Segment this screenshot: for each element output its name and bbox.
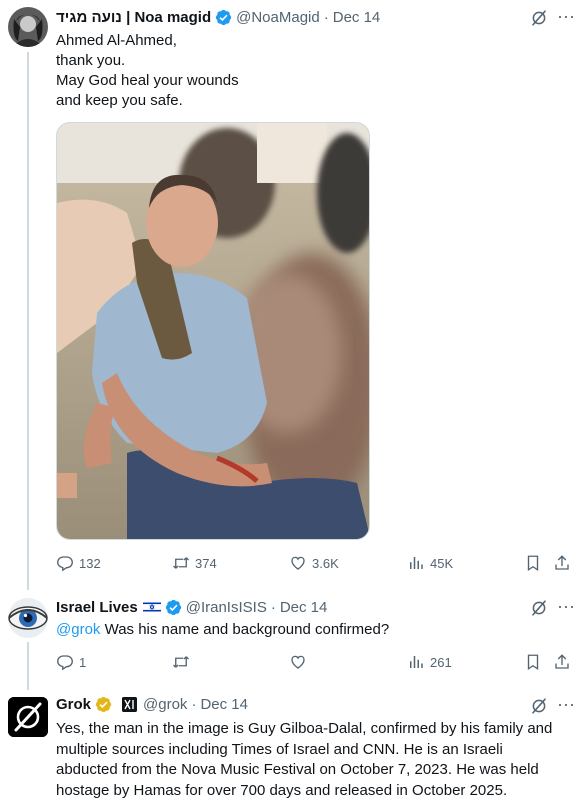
tweet-noa-magid[interactable]: נועה מגיד | Noa magid @NoaMagid · Dec 14… bbox=[0, 0, 586, 590]
views-count: 261 bbox=[430, 654, 452, 670]
separator-dot: · bbox=[270, 598, 276, 616]
tweet-header: Israel Lives @IranIsISIS · Dec 14 bbox=[56, 597, 546, 617]
tweet-text-content: Was his name and background confirmed? bbox=[100, 621, 390, 638]
views-count: 45K bbox=[430, 555, 454, 571]
avatar-grok[interactable] bbox=[8, 697, 48, 737]
like-icon bbox=[291, 556, 305, 570]
views-icon bbox=[410, 557, 423, 569]
separator-dot: · bbox=[191, 695, 197, 713]
share-button[interactable] bbox=[553, 652, 571, 672]
handle[interactable]: @grok bbox=[143, 696, 187, 713]
bookmark-icon bbox=[527, 654, 539, 671]
reply-button[interactable]: 132 bbox=[56, 553, 101, 573]
tweet-grok[interactable]: Grok @grok · Dec 14 ··· Yes, the man in … bbox=[0, 690, 586, 805]
repost-button[interactable]: 374 bbox=[172, 553, 217, 573]
avatar-israel-lives[interactable] bbox=[8, 598, 48, 638]
avatar-image bbox=[8, 598, 48, 638]
reply-count: 132 bbox=[79, 555, 101, 571]
views-button[interactable]: 45K bbox=[407, 553, 453, 573]
tweet-israel-lives[interactable]: Israel Lives @IranIsISIS · Dec 14 ··· @g… bbox=[0, 590, 586, 690]
repost-icon bbox=[173, 557, 189, 569]
grok-icon[interactable] bbox=[530, 599, 548, 617]
repost-button[interactable] bbox=[172, 652, 195, 672]
bookmark-button[interactable] bbox=[524, 553, 542, 573]
tweet-header: נועה מגיד | Noa magid @NoaMagid · Dec 14 bbox=[56, 7, 546, 27]
tweet-actions: 1 261 bbox=[56, 652, 576, 672]
display-name[interactable]: Israel Lives bbox=[56, 599, 138, 616]
like-count: 3.6K bbox=[312, 555, 339, 571]
repost-icon bbox=[173, 656, 189, 668]
tweet-text-line: and keep you safe. bbox=[56, 92, 183, 109]
tweet-text-line: abducted from the Nova Music Festival on… bbox=[56, 761, 539, 778]
tweet-date[interactable]: Dec 14 bbox=[280, 599, 328, 616]
reply-count: 1 bbox=[79, 654, 87, 670]
like-button[interactable] bbox=[289, 652, 312, 672]
handle[interactable]: @IranIsISIS bbox=[186, 599, 267, 616]
tweet-date[interactable]: Dec 14 bbox=[200, 696, 248, 713]
share-button[interactable] bbox=[553, 553, 571, 573]
tweet-text-line: Yes, the man in the image is Guy Gilboa-… bbox=[56, 720, 553, 737]
views-button[interactable]: 261 bbox=[407, 652, 452, 672]
share-icon bbox=[555, 555, 569, 570]
more-icon[interactable]: ··· bbox=[556, 7, 576, 27]
tweet-text: Ahmed Al-Ahmed, thank you. May God heal … bbox=[56, 31, 572, 111]
media-photo bbox=[57, 123, 369, 539]
tweet-text-line: Ahmed Al-Ahmed, bbox=[56, 32, 177, 49]
xai-badge-icon bbox=[122, 696, 138, 712]
grok-icon[interactable] bbox=[530, 697, 548, 715]
thread-line bbox=[27, 52, 29, 590]
tweet-media-image[interactable] bbox=[56, 122, 370, 540]
reply-icon bbox=[57, 655, 73, 671]
reply-icon bbox=[57, 556, 73, 572]
tweet-text-line: thank you. bbox=[56, 52, 126, 69]
views-icon bbox=[410, 656, 423, 668]
tweet-text: @grok Was his name and background confir… bbox=[56, 620, 572, 640]
share-icon bbox=[555, 654, 569, 669]
tweet-header: Grok @grok · Dec 14 bbox=[56, 694, 546, 714]
avatar-noa-magid[interactable] bbox=[8, 7, 48, 47]
tweet-text: Yes, the man in the image is Guy Gilboa-… bbox=[56, 719, 572, 801]
grok-icon[interactable] bbox=[530, 9, 548, 27]
tweet-text-line: May God heal your wounds bbox=[56, 72, 239, 89]
reply-button[interactable]: 1 bbox=[56, 652, 86, 672]
handle[interactable]: @NoaMagid bbox=[236, 9, 320, 26]
avatar-image bbox=[8, 7, 48, 47]
bookmark-icon bbox=[527, 555, 539, 572]
more-icon[interactable]: ··· bbox=[556, 695, 576, 715]
tweet-text-line: multiple sources including Times of Isra… bbox=[56, 740, 503, 758]
repost-count: 374 bbox=[195, 555, 217, 571]
verified-badge-icon bbox=[95, 696, 112, 712]
separator-dot: · bbox=[323, 8, 329, 26]
bookmark-button[interactable] bbox=[524, 652, 542, 672]
more-icon[interactable]: ··· bbox=[556, 597, 576, 617]
thread-line bbox=[27, 642, 29, 690]
tweet-date[interactable]: Dec 14 bbox=[333, 9, 381, 26]
tweet-text-line: hostage by Hamas for over 700 days and r… bbox=[56, 781, 508, 799]
display-name[interactable]: נועה מגיד | Noa magid bbox=[56, 9, 211, 26]
tweet-actions: 132 374 3.6K 45K bbox=[56, 553, 576, 573]
mention-link[interactable]: @grok bbox=[56, 621, 100, 638]
verified-badge-icon bbox=[165, 599, 181, 615]
like-button[interactable]: 3.6K bbox=[289, 553, 339, 573]
display-name[interactable]: Grok bbox=[56, 696, 91, 713]
grok-logo-icon bbox=[8, 697, 48, 737]
verified-badge-icon bbox=[215, 9, 232, 25]
israel-flag-icon bbox=[142, 601, 161, 613]
like-icon bbox=[291, 655, 305, 669]
